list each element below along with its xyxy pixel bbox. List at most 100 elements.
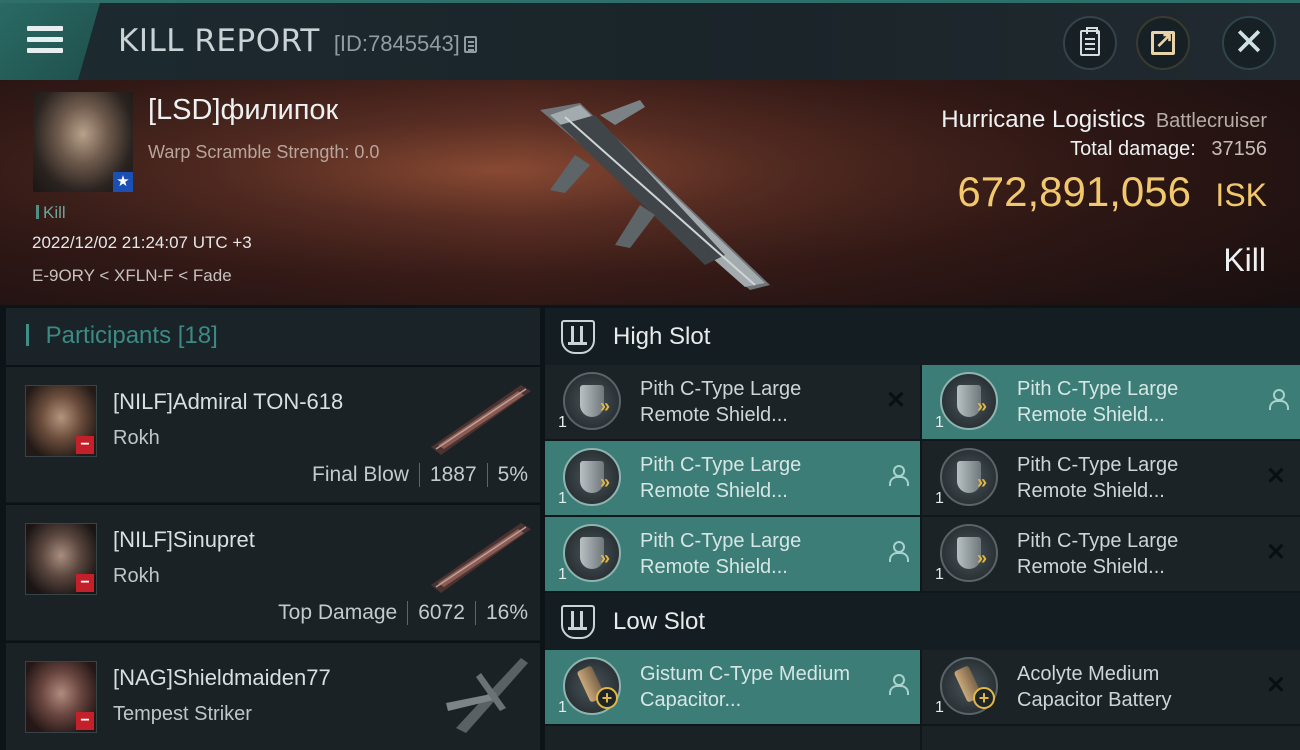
module-name: Pith C-Type Large Remote Shield... [640,530,802,578]
participant-ship-image [446,658,528,733]
kill-summary-banner: ★ [LSD]филипок Warp Scramble Strength: 0… [0,80,1300,305]
participant-portrait[interactable]: − [25,661,97,733]
dropped-person-icon [888,674,909,695]
total-damage: Total damage: 37156 [1070,138,1267,161]
isk-amount: 672,891,056 [957,168,1191,215]
hostile-minus-icon: − [76,712,94,730]
share-icon [1151,27,1175,55]
module-item[interactable]: » 1 Pith C-Type Large Remote Shield... ✕ [922,441,1300,515]
warp-scramble-strength: Warp Scramble Strength: 0.0 [148,142,380,162]
dropped-person-icon [888,465,909,486]
hamburger-menu-icon[interactable] [0,3,100,80]
shield-booster-icon: » [563,524,621,582]
participant-ship: Rokh [113,565,160,587]
participant-ship: Rokh [113,427,160,449]
ship-name[interactable]: Hurricane Logistics [941,106,1145,133]
shield-booster-icon: » [940,372,998,430]
isk-value: 672,891,056 ISK [957,168,1267,216]
module-item[interactable]: + 1 Gistum C-Type Medium Capacitor... [545,650,920,724]
participant-percent: 16% [485,601,528,624]
participants-header[interactable]: Participants [18] [6,308,540,365]
kill-result: Kill [1223,242,1266,278]
victim-name: [LSD]филипок [148,94,339,126]
capacitor-icon: + [940,657,998,715]
participant-ship-image [431,523,531,593]
participant-damage: 6072 [418,601,465,624]
shield-booster-icon: » [563,372,621,430]
participant-row[interactable]: − [NAG]Shieldmaiden77 Tempest Striker [6,641,540,750]
total-damage-value: 37156 [1211,138,1267,160]
module-name: Acolyte Medium Capacitor Battery [1017,663,1172,711]
participant-name: [NILF]Admiral TON-618 [113,389,344,414]
module-quantity: 1 [558,566,567,583]
module-name: Pith C-Type Large Remote Shield... [640,378,802,426]
share-button[interactable] [1136,16,1190,70]
module-name: Pith C-Type Large Remote Shield... [1017,530,1179,578]
isk-unit: ISK [1215,177,1267,213]
dropped-person-icon [888,541,909,562]
low-slot-grid: + 1 Gistum C-Type Medium Capacitor... + … [545,650,1300,724]
clipboard-button[interactable] [1063,16,1117,70]
module-item[interactable]: + 1 Acolyte Medium Capacitor Battery ✕ [922,650,1300,724]
module-quantity: 1 [935,414,944,431]
module-item[interactable]: » 1 Pith C-Type Large Remote Shield... ✕ [922,517,1300,591]
high-slot-grid: » 1 Pith C-Type Large Remote Shield... ✕… [545,365,1300,591]
page-title: KILL REPORT [118,23,320,59]
participant-stats: Final Blow 1887 5% [312,463,528,487]
module-item[interactable]: » 1 Pith C-Type Large Remote Shield... [545,517,920,591]
low-slot-icon [561,604,595,639]
module-name: Pith C-Type Large Remote Shield... [640,454,802,502]
module-quantity: 1 [935,566,944,583]
capacitor-icon: + [563,657,621,715]
module-item[interactable]: » 1 Pith C-Type Large Remote Shield... [922,365,1300,439]
module-quantity: 1 [935,490,944,507]
module-item[interactable] [922,726,1300,750]
high-slot-title: High Slot [613,322,711,350]
hostile-minus-icon: − [76,436,94,454]
close-icon: ✕ [1233,22,1265,64]
high-slot-header: High Slot [545,308,1300,365]
participant-portrait[interactable]: − [25,523,97,595]
participant-name: [NAG]Shieldmaiden77 [113,665,331,690]
module-quantity: 1 [935,699,944,716]
hostile-minus-icon: − [76,574,94,592]
close-button[interactable]: ✕ [1222,16,1276,70]
participants-count: [18] [177,322,218,349]
ship-line: Hurricane Logistics Battlecruiser [941,106,1267,134]
module-quantity: 1 [558,414,567,431]
report-id: [ID:7845543] [333,31,460,56]
victim-portrait[interactable]: ★ [33,92,133,192]
participant-ship: Tempest Striker [113,703,252,725]
fitting-panel: High Slot » 1 Pith C-Type Large Remote S… [545,308,1300,750]
participant-tag: Top Damage [278,601,398,624]
kill-timestamp: 2022/12/02 21:24:07 UTC +3 [32,233,252,252]
participant-name: [NILF]Sinupret [113,527,255,552]
destroyed-x-icon: ✕ [1265,463,1286,490]
kill-tag: Kill [36,203,66,223]
participant-tag: Final Blow [312,463,409,486]
shield-booster-icon: » [940,448,998,506]
copy-icon[interactable] [463,36,477,53]
victim-ship-image [540,100,770,290]
module-item[interactable]: » 1 Pith C-Type Large Remote Shield... [545,441,920,515]
module-quantity: 1 [558,699,567,716]
participants-panel: Participants [18] − [NILF]Admiral TON-61… [6,308,540,750]
module-name: Pith C-Type Large Remote Shield... [1017,454,1179,502]
destroyed-x-icon: ✕ [885,387,906,414]
module-quantity: 1 [558,490,567,507]
kill-location: E-9ORY < XFLN-F < Fade [32,266,232,285]
participant-row[interactable]: − [NILF]Admiral TON-618 Rokh Final Blow … [6,365,540,502]
shield-booster-icon: » [563,448,621,506]
top-bar: KILL REPORT [ID:7845543] ✕ [0,0,1300,80]
module-item[interactable]: » 1 Pith C-Type Large Remote Shield... ✕ [545,365,920,439]
destroyed-x-icon: ✕ [1265,539,1286,566]
ship-class: Battlecruiser [1155,110,1267,132]
module-item[interactable] [545,726,920,750]
low-slot-grid-next [545,726,1300,750]
participants-label: Participants [45,322,172,349]
participant-row[interactable]: − [NILF]Sinupret Rokh Top Damage 6072 16… [6,503,540,640]
destroyed-x-icon: ✕ [1265,672,1286,699]
participant-stats: Top Damage 6072 16% [278,601,528,625]
participant-percent: 5% [497,463,528,486]
participant-portrait[interactable]: − [25,385,97,457]
